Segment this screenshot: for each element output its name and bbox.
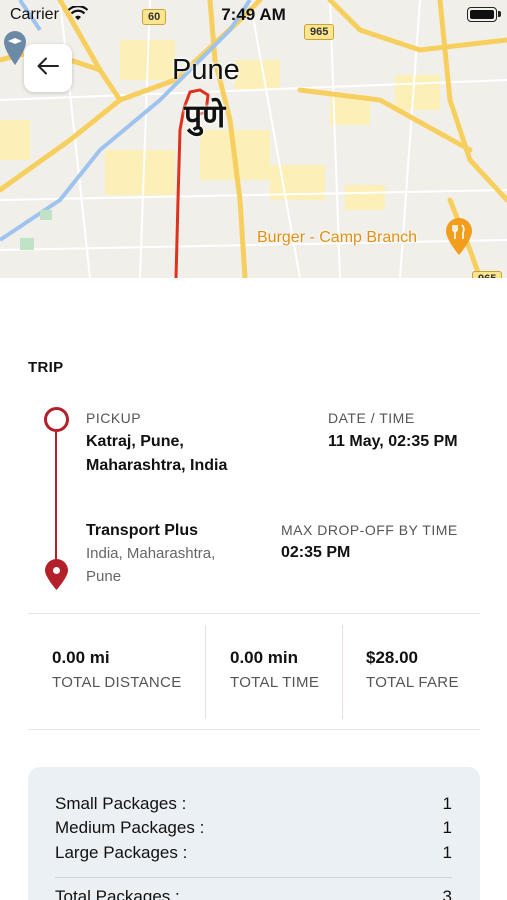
package-row-label: Small Packages : xyxy=(55,794,187,813)
package-row-large: Large Packages : 1 xyxy=(55,843,452,867)
packages-summary-card: Small Packages : 1 Medium Packages : 1 L… xyxy=(28,767,480,900)
packages-divider xyxy=(55,877,452,878)
stat-total-fare: $28.00 TOTAL FARE xyxy=(366,648,459,691)
pickup-marker-icon xyxy=(44,407,69,432)
stat-label: TOTAL DISTANCE xyxy=(52,674,182,691)
restaurant-pin-icon[interactable] xyxy=(445,218,473,261)
map-city-label: Pune xyxy=(172,54,240,86)
package-row-total: Total Packages : 3 xyxy=(55,887,452,900)
stat-separator xyxy=(342,625,343,719)
package-total-label: Total Packages : xyxy=(55,887,180,900)
dropoff-pin-icon xyxy=(44,559,69,596)
status-time: 7:49 AM xyxy=(221,5,286,24)
package-total-count: 3 xyxy=(442,887,452,900)
package-row-medium: Medium Packages : 1 xyxy=(55,818,452,842)
map-poi-label[interactable]: Burger - Camp Branch xyxy=(257,229,417,247)
battery-icon xyxy=(467,7,497,22)
highway-shield: 965 xyxy=(304,24,335,40)
date-time-label: DATE / TIME xyxy=(328,410,415,426)
highway-shield: 965 xyxy=(472,271,503,278)
map-canvas xyxy=(0,0,507,278)
dropoff-address-line2: Pune xyxy=(86,568,122,585)
stat-value: $28.00 xyxy=(366,648,418,667)
highway-shield: 60 xyxy=(142,9,167,25)
dropoff-name: Transport Plus xyxy=(86,522,199,539)
route-connector xyxy=(55,432,57,562)
pickup-address-line2: Maharashtra, India xyxy=(86,457,228,474)
package-row-label: Large Packages : xyxy=(55,843,188,862)
stat-label: TOTAL FARE xyxy=(366,674,459,691)
stat-value: 0.00 mi xyxy=(52,648,110,667)
package-row-count: 1 xyxy=(442,843,452,862)
max-dropoff-value: 02:35 PM xyxy=(281,544,351,561)
stat-total-distance: 0.00 mi TOTAL DISTANCE xyxy=(52,648,182,691)
package-row-count: 1 xyxy=(442,794,452,813)
stat-total-time: 0.00 min TOTAL TIME xyxy=(230,648,319,691)
map-view[interactable]: Carrier 7:49 AM 60 965 965 Pune पुणे Bur… xyxy=(0,0,507,278)
pickup-label: PICKUP xyxy=(86,410,142,426)
trip-section-title: TRIP xyxy=(28,359,64,376)
max-dropoff-label: MAX DROP-OFF BY TIME xyxy=(281,522,458,538)
date-time-value: 11 May, 02:35 PM xyxy=(328,433,458,450)
package-row-small: Small Packages : 1 xyxy=(55,794,452,818)
dropoff-address: India, Maharashtra, Pune xyxy=(86,542,266,588)
back-button[interactable] xyxy=(24,44,72,92)
package-row-label: Medium Packages : xyxy=(55,818,205,837)
stat-value: 0.00 min xyxy=(230,648,299,667)
section-divider xyxy=(28,729,480,730)
map-city-label-local: पुणे xyxy=(184,98,226,134)
package-row-count: 1 xyxy=(442,818,452,837)
pickup-address: Katraj, Pune, Maharashtra, India xyxy=(86,430,276,478)
arrow-left-icon xyxy=(37,57,59,80)
battery-tip xyxy=(498,11,501,17)
pickup-address-line1: Katraj, Pune, xyxy=(86,433,184,450)
status-bar: Carrier 7:49 AM xyxy=(0,0,507,30)
stat-label: TOTAL TIME xyxy=(230,674,320,691)
stat-separator xyxy=(205,625,206,719)
section-divider xyxy=(28,613,480,614)
dropoff-address-line1: India, Maharashtra, xyxy=(86,545,216,562)
